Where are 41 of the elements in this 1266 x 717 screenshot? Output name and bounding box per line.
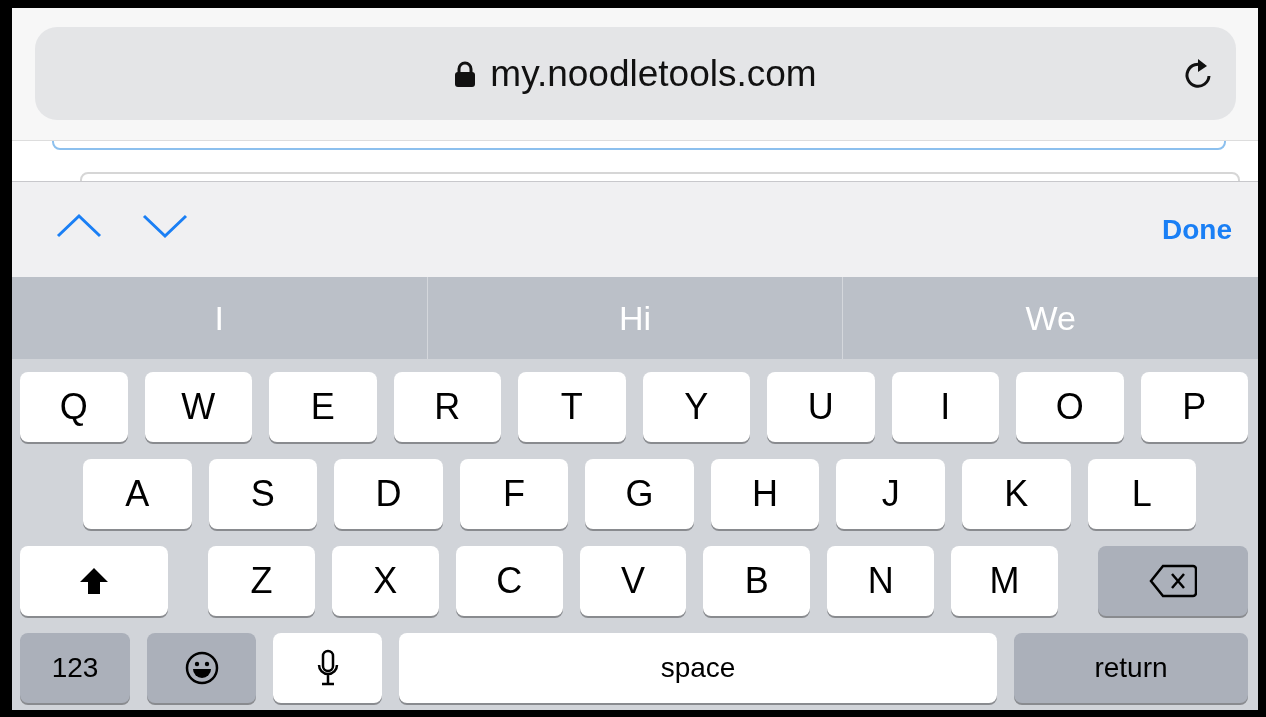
smiley-icon: [184, 651, 219, 685]
letter-key[interactable]: X: [331, 546, 439, 616]
backspace-icon: [1149, 564, 1197, 598]
letter-key[interactable]: N: [827, 546, 935, 616]
address-field[interactable]: my.noodletools.com: [35, 27, 1236, 120]
letter-key[interactable]: Z: [208, 546, 315, 616]
letter-key[interactable]: H: [710, 459, 820, 529]
letter-key[interactable]: B: [703, 546, 811, 616]
shift-icon: [79, 567, 109, 595]
microphone-icon: [315, 649, 340, 687]
letter-key[interactable]: S: [208, 459, 318, 529]
letter-key[interactable]: D: [334, 459, 443, 529]
letter-key[interactable]: E: [269, 372, 377, 442]
delete-key[interactable]: [1098, 546, 1248, 616]
shift-key[interactable]: [20, 546, 168, 616]
space-bar[interactable]: space: [399, 633, 997, 703]
letter-key[interactable]: F: [459, 459, 569, 529]
url-text: my.noodletools.com: [490, 52, 817, 95]
letter-key[interactable]: O: [1016, 372, 1124, 442]
letter-key[interactable]: J: [836, 459, 945, 529]
letter-key[interactable]: Y: [642, 372, 750, 442]
letter-key[interactable]: G: [585, 459, 694, 529]
letter-key[interactable]: C: [455, 546, 563, 616]
letter-key[interactable]: K: [961, 459, 1071, 529]
letter-key[interactable]: R: [393, 372, 501, 442]
letter-key[interactable]: I: [891, 372, 999, 442]
dictation-key[interactable]: [273, 633, 382, 703]
letter-key[interactable]: A: [83, 459, 192, 529]
chevron-down-icon: [141, 213, 189, 239]
letter-key[interactable]: V: [579, 546, 687, 616]
letter-key[interactable]: M: [951, 546, 1058, 616]
letter-key[interactable]: P: [1140, 372, 1248, 442]
return-key[interactable]: return: [1014, 633, 1248, 703]
chevron-up-icon: [55, 213, 103, 239]
numbers-key[interactable]: 123: [20, 633, 130, 703]
letter-key[interactable]: U: [767, 372, 875, 442]
letter-key[interactable]: W: [144, 372, 252, 442]
letter-key[interactable]: Q: [20, 372, 128, 442]
emoji-key[interactable]: [147, 633, 256, 703]
letter-key[interactable]: T: [518, 372, 626, 442]
letter-key[interactable]: L: [1087, 459, 1197, 529]
